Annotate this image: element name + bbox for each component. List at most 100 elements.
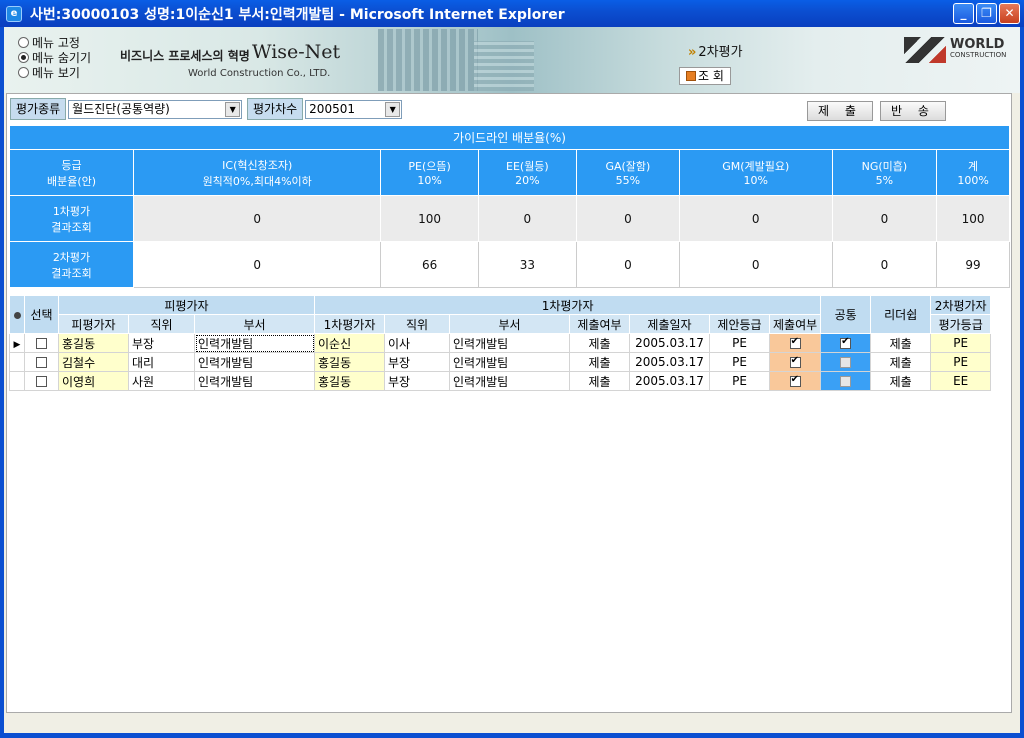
eval-round-filter: 평가차수 200501 ▼ bbox=[247, 98, 403, 120]
common-checkbox[interactable] bbox=[789, 355, 801, 368]
guideline-head-cell: 계 100% bbox=[936, 149, 1010, 196]
list-icon bbox=[686, 71, 697, 81]
second-submitted-status: 제출 bbox=[870, 371, 932, 391]
leadership-header: 리더쉽 bbox=[870, 295, 932, 334]
first-evaluator-position: 부장 bbox=[384, 371, 450, 391]
leadership-checkbox[interactable] bbox=[840, 357, 852, 368]
submit-button[interactable]: 제 출 bbox=[807, 101, 873, 121]
evaluatee-name: 홍길동 bbox=[58, 333, 129, 353]
guideline-value-cell: 0 bbox=[678, 241, 833, 288]
close-button[interactable]: ✕ bbox=[999, 3, 1020, 24]
second-evaluator-group-header: 2차평가자 bbox=[930, 295, 992, 315]
common-cell[interactable] bbox=[768, 333, 822, 353]
leadership-cell[interactable] bbox=[820, 333, 872, 353]
guideline-row-label: 2차평가 결과조회 bbox=[9, 241, 134, 288]
submitted-date: 2005.03.17 bbox=[629, 333, 710, 353]
table-row[interactable]: 이영희사원인력개발팀홍길동부장인력개발팀제출2005.03.17PE제출EE bbox=[9, 371, 992, 391]
select-cell[interactable] bbox=[24, 352, 59, 372]
final-grade: PE bbox=[930, 352, 992, 372]
guideline-value-cell: 0 bbox=[831, 195, 938, 242]
submitted-date: 2005.03.17 bbox=[629, 371, 710, 391]
return-button[interactable]: 반 송 bbox=[880, 101, 946, 121]
guideline-head-cell: 등급 배분율(안) bbox=[9, 149, 134, 196]
submitted-status: 제출 bbox=[569, 371, 630, 391]
common-cell[interactable] bbox=[768, 371, 822, 391]
ball-icon bbox=[13, 311, 21, 319]
guideline-value-cell: 0 bbox=[575, 241, 680, 288]
guideline-value-cell: 0 bbox=[575, 195, 680, 242]
menu-show-radio[interactable]: 메뉴 보기 bbox=[18, 64, 80, 81]
restore-button[interactable]: ❐ bbox=[976, 3, 997, 24]
table-row[interactable]: ▶홍길동부장인력개발팀이순신이사인력개발팀제출2005.03.17PE제출PE bbox=[9, 333, 992, 353]
leadership-cell[interactable] bbox=[820, 371, 872, 391]
select-checkbox[interactable] bbox=[36, 357, 47, 368]
dropdown-arrow-icon[interactable]: ▼ bbox=[385, 101, 401, 117]
radio-icon[interactable] bbox=[18, 37, 29, 48]
table-row[interactable]: 김철수대리인력개발팀홍길동부장인력개발팀제출2005.03.17PE제출PE bbox=[9, 352, 992, 372]
leadership-checkbox[interactable] bbox=[840, 376, 852, 387]
second-submitted-status: 제출 bbox=[870, 333, 932, 353]
window-bottom-border bbox=[0, 733, 1024, 738]
radio-icon[interactable] bbox=[18, 67, 29, 78]
dropdown-arrow-icon[interactable]: ▼ bbox=[225, 101, 241, 117]
window-titlebar: e 사번:30000103 성명:1이순신1 부서:인력개발팀 - Micros… bbox=[0, 0, 1024, 27]
evaluatee-dept[interactable]: 인력개발팀 bbox=[194, 371, 315, 391]
evaluatee-position: 대리 bbox=[128, 352, 195, 372]
leadership-checkbox[interactable] bbox=[840, 336, 852, 349]
first-evaluator-position: 부장 bbox=[384, 352, 450, 372]
evaluatee-dept[interactable]: 인력개발팀 bbox=[194, 333, 315, 353]
col-submitted: 제출여부 bbox=[569, 314, 630, 334]
main-content: 평가종류 월드진단(공통역량) ▼ 평가차수 200501 ▼ 제 출 반 송 가이… bbox=[6, 93, 1012, 713]
double-chevron-icon: » bbox=[688, 45, 697, 60]
col-date: 제출일자 bbox=[629, 314, 710, 334]
guideline-value-cell: 0 bbox=[831, 241, 938, 288]
evaluatee-position: 사원 bbox=[128, 371, 195, 391]
common-checkbox[interactable] bbox=[789, 336, 801, 349]
proposed-grade: PE bbox=[709, 352, 770, 372]
guideline-head-cell: IC(혁신창조자) 원칙적0%,최대4%이하 bbox=[132, 149, 382, 196]
common-checkbox[interactable] bbox=[789, 374, 801, 387]
brand-name: Wise-Net bbox=[252, 41, 341, 63]
select-cell[interactable] bbox=[24, 371, 59, 391]
col-position: 직위 bbox=[128, 314, 195, 334]
evaluatee-position: 부장 bbox=[128, 333, 195, 353]
guideline-value-cell: 100 bbox=[936, 195, 1010, 242]
select-cell[interactable] bbox=[24, 333, 59, 353]
first-evaluator-name: 홍길동 bbox=[314, 352, 385, 372]
select-header: 선택 bbox=[24, 295, 59, 334]
current-page: » 2차평가 bbox=[688, 45, 743, 60]
guideline-value-cell: 0 bbox=[678, 195, 833, 242]
evaluatee-dept[interactable]: 인력개발팀 bbox=[194, 352, 315, 372]
eval-type-label: 평가종류 bbox=[10, 98, 67, 120]
col-evaluatee: 피평가자 bbox=[58, 314, 129, 334]
col-second-submitted: 제출여부 bbox=[768, 314, 822, 334]
common-cell[interactable] bbox=[768, 352, 822, 372]
guideline-head-cell: GA(잘함) 55% bbox=[575, 149, 680, 196]
proposed-grade: PE bbox=[709, 333, 770, 353]
guideline-head-cell: NG(미흡) 5% bbox=[831, 149, 938, 196]
second-submitted-status: 제출 bbox=[870, 352, 932, 372]
guideline-value-cell: 99 bbox=[936, 241, 1010, 288]
first-evaluator-group-header: 1차평가자 bbox=[313, 295, 822, 315]
leadership-cell[interactable] bbox=[820, 352, 872, 372]
col-first-evaluator: 1차평가자 bbox=[314, 314, 385, 334]
row-indicator-header bbox=[9, 295, 25, 334]
guideline-value-cell: 0 bbox=[477, 195, 577, 242]
col-proposed-grade: 제안등급 bbox=[709, 314, 770, 334]
ie-icon: e bbox=[6, 5, 22, 22]
guideline-value-cell: 0 bbox=[132, 241, 382, 288]
eval-type-select[interactable]: 월드진단(공통역량) ▼ bbox=[68, 99, 243, 119]
radio-icon[interactable] bbox=[18, 52, 29, 63]
first-evaluator-name: 이순신 bbox=[314, 333, 385, 353]
building-image-2 bbox=[474, 41, 534, 91]
select-checkbox[interactable] bbox=[36, 338, 47, 349]
query-button[interactable]: 조 회 bbox=[679, 67, 731, 85]
eval-round-select[interactable]: 200501 ▼ bbox=[305, 99, 403, 119]
select-checkbox[interactable] bbox=[36, 376, 47, 387]
minimize-button[interactable]: _ bbox=[953, 3, 974, 24]
guideline-table: 가이드라인 배분율(%) 등급 배분율(안) IC(혁신창조자) 원칙적0%,최대… bbox=[9, 125, 1010, 288]
guideline-row-label: 1차평가 결과조회 bbox=[9, 195, 134, 242]
first-evaluator-name: 홍길동 bbox=[314, 371, 385, 391]
submitted-status: 제출 bbox=[569, 352, 630, 372]
evaluatee-group-header: 피평가자 bbox=[58, 295, 315, 315]
